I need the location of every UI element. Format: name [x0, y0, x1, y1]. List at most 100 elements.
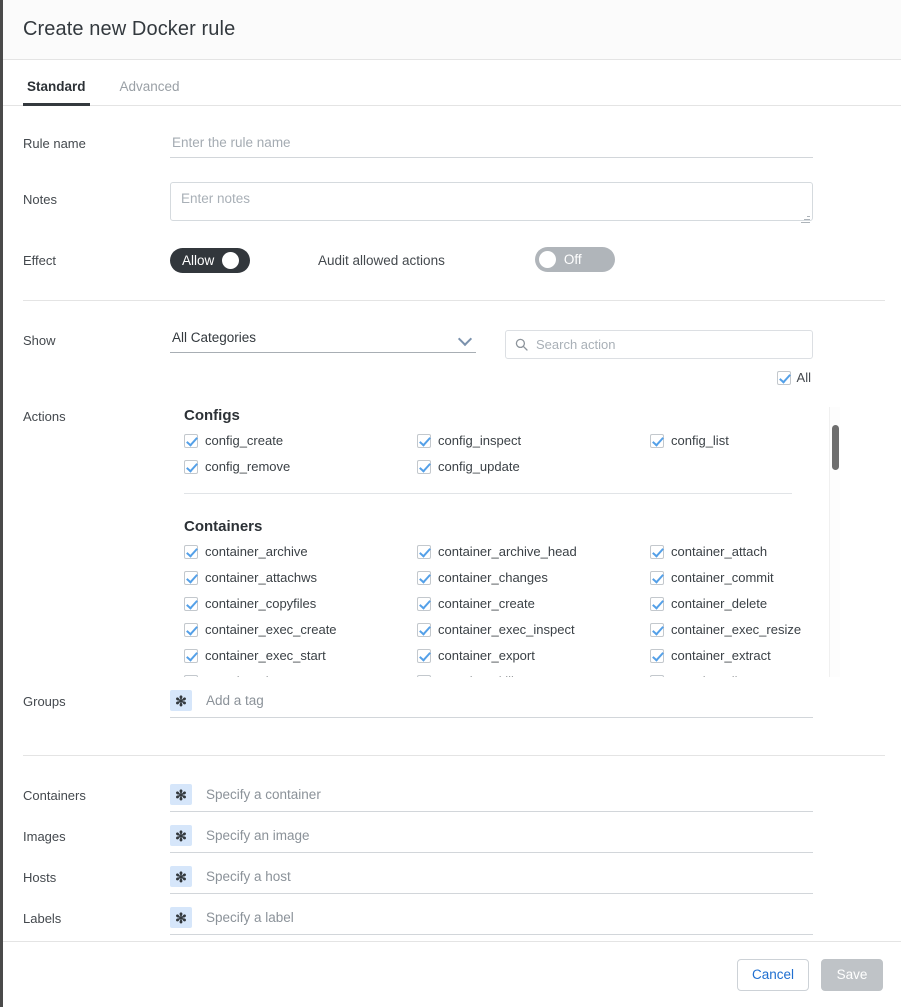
action-checkbox-item[interactable]: container_exec_start: [170, 648, 403, 663]
asterisk-icon[interactable]: ✻: [170, 690, 192, 711]
groups-tag-input[interactable]: ✻ Add a tag: [170, 690, 813, 718]
cancel-button[interactable]: Cancel: [737, 959, 809, 991]
action-checkbox-item[interactable]: container_exec_create: [170, 622, 403, 637]
actions-scrollbar-thumb[interactable]: [832, 425, 839, 470]
action-checkbox-item[interactable]: container_archive_head: [403, 544, 636, 559]
action-checkbox-item[interactable]: config_create: [170, 433, 403, 448]
labels-field-wrap: ✻ Specify a label: [170, 907, 901, 935]
categories-select[interactable]: All Categories: [170, 330, 476, 353]
action-checkbox-item[interactable]: container_export: [403, 648, 636, 663]
action-checkbox[interactable]: [417, 460, 431, 474]
action-checkbox[interactable]: [650, 597, 664, 611]
tab-standard[interactable]: Standard: [23, 79, 90, 106]
action-checkbox-label: container_archive_head: [438, 544, 577, 559]
action-checkbox[interactable]: [650, 675, 664, 678]
action-checkbox-item[interactable]: container_inspect: [170, 674, 403, 677]
action-checkbox[interactable]: [650, 571, 664, 585]
action-group-grid: container_archivecontainer_archive_headc…: [170, 544, 836, 677]
action-checkbox[interactable]: [417, 571, 431, 585]
action-checkbox-item[interactable]: container_copyfiles: [170, 596, 403, 611]
action-checkbox[interactable]: [650, 434, 664, 448]
dialog-footer: Cancel Save: [3, 941, 901, 1007]
search-action-box[interactable]: Search action: [505, 330, 813, 359]
action-checkbox-item[interactable]: container_kill: [403, 674, 636, 677]
action-checkbox[interactable]: [184, 649, 198, 663]
action-checkbox[interactable]: [184, 675, 198, 678]
action-checkbox-label: container_extract: [671, 648, 771, 663]
rule-name-field-wrap: [170, 134, 901, 158]
effect-toggle-label: Allow: [174, 253, 222, 268]
audit-toggle-wrap: Off: [535, 247, 615, 273]
divider-bottom: [23, 755, 885, 756]
action-checkbox-item[interactable]: container_attach: [636, 544, 836, 559]
action-checkbox-label: container_copyfiles: [205, 596, 316, 611]
show-label: Show: [23, 330, 170, 348]
action-checkbox-item[interactable]: config_remove: [170, 459, 403, 474]
action-checkbox-label: container_kill: [438, 674, 514, 677]
action-checkbox-item[interactable]: container_archive: [170, 544, 403, 559]
action-checkbox[interactable]: [417, 597, 431, 611]
labels-label: Labels: [23, 907, 170, 926]
action-checkbox[interactable]: [417, 545, 431, 559]
action-checkbox-item[interactable]: container_exec_inspect: [403, 622, 636, 637]
action-group-grid: config_createconfig_inspectconfig_listco…: [170, 433, 836, 474]
action-checkbox[interactable]: [650, 649, 664, 663]
actions-label: Actions: [23, 407, 170, 677]
row-effect: Effect Allow Audit allowed actions Off: [3, 247, 901, 273]
audit-toggle-knob: [539, 251, 556, 268]
action-checkbox-item[interactable]: container_extract: [636, 648, 836, 663]
asterisk-icon[interactable]: ✻: [170, 784, 192, 805]
effect-label: Effect: [23, 247, 170, 268]
rule-name-input[interactable]: [170, 135, 813, 158]
action-checkbox-item[interactable]: container_list: [636, 674, 836, 677]
action-checkbox-item[interactable]: container_attachws: [170, 570, 403, 585]
images-label: Images: [23, 825, 170, 844]
images-tag-input[interactable]: ✻ Specify an image: [170, 825, 813, 853]
action-checkbox-item[interactable]: config_inspect: [403, 433, 636, 448]
select-all-row: All: [3, 370, 901, 385]
action-checkbox[interactable]: [417, 434, 431, 448]
action-checkbox-label: container_exec_resize: [671, 622, 801, 637]
actions-scrollbar[interactable]: [829, 407, 840, 677]
action-checkbox-item[interactable]: container_changes: [403, 570, 636, 585]
asterisk-icon[interactable]: ✻: [170, 907, 192, 928]
action-checkbox[interactable]: [417, 649, 431, 663]
row-images: Images ✻ Specify an image: [3, 825, 901, 853]
action-checkbox[interactable]: [650, 623, 664, 637]
action-checkbox-label: container_attach: [671, 544, 767, 559]
effect-toggle-knob: [222, 252, 239, 269]
divider-top: [23, 300, 885, 301]
action-checkbox[interactable]: [184, 460, 198, 474]
effect-toggle[interactable]: Allow: [170, 248, 250, 273]
asterisk-icon[interactable]: ✻: [170, 825, 192, 846]
action-checkbox-item[interactable]: container_create: [403, 596, 636, 611]
show-controls: All Categories Search action: [170, 330, 901, 359]
action-checkbox-item[interactable]: config_update: [403, 459, 636, 474]
save-button[interactable]: Save: [821, 959, 883, 991]
hosts-tag-input[interactable]: ✻ Specify a host: [170, 866, 813, 894]
containers-tag-input[interactable]: ✻ Specify a container: [170, 784, 813, 812]
groups-placeholder: Add a tag: [206, 693, 264, 708]
action-checkbox[interactable]: [184, 434, 198, 448]
action-checkbox-label: config_remove: [205, 459, 290, 474]
tab-advanced[interactable]: Advanced: [116, 79, 184, 106]
action-checkbox[interactable]: [184, 623, 198, 637]
labels-placeholder: Specify a label: [206, 910, 294, 925]
action-checkbox[interactable]: [184, 597, 198, 611]
action-checkbox-item[interactable]: container_delete: [636, 596, 836, 611]
select-all-checkbox[interactable]: [777, 371, 791, 385]
action-checkbox[interactable]: [184, 571, 198, 585]
row-notes: Notes: [3, 182, 901, 226]
asterisk-icon[interactable]: ✻: [170, 866, 192, 887]
notes-textarea[interactable]: [170, 182, 813, 221]
action-checkbox[interactable]: [650, 545, 664, 559]
action-checkbox-item[interactable]: container_commit: [636, 570, 836, 585]
action-checkbox-item[interactable]: container_exec_resize: [636, 622, 836, 637]
action-checkbox-item[interactable]: config_list: [636, 433, 836, 448]
audit-toggle[interactable]: Off: [535, 247, 615, 272]
labels-tag-input[interactable]: ✻ Specify a label: [170, 907, 813, 935]
action-checkbox-label: container_exec_create: [205, 622, 337, 637]
action-checkbox[interactable]: [417, 675, 431, 678]
action-checkbox[interactable]: [417, 623, 431, 637]
action-checkbox[interactable]: [184, 545, 198, 559]
